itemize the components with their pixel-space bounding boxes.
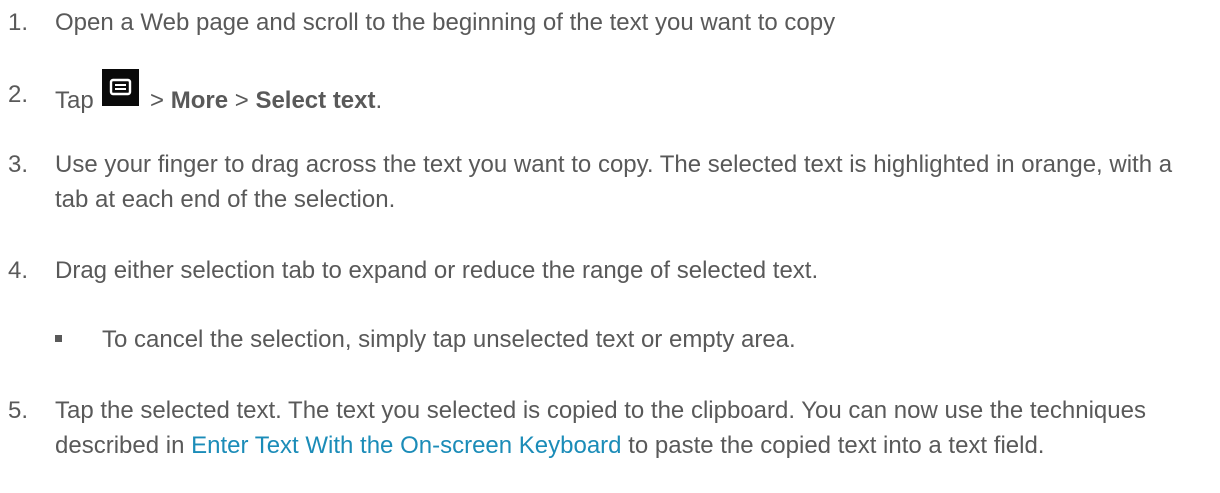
- menu-icon: [102, 69, 140, 106]
- keyboard-link[interactable]: Enter Text With the On-screen Keyboard: [191, 432, 621, 459]
- instructions-page: 1. Open a Web page and scroll to the beg…: [0, 0, 1220, 493]
- bullet-square-icon: [55, 335, 62, 342]
- step-text: Tap > More > Select text.: [55, 69, 1208, 118]
- step-text: Tap the selected text. The text you sele…: [55, 393, 1208, 463]
- step-text: Drag either selection tab to expand or r…: [55, 257, 819, 284]
- step-number: 3.: [8, 151, 29, 178]
- step-text: Open a Web page and scroll to the beginn…: [55, 9, 836, 36]
- sub-bullet-item: To cancel the selection, simply tap unse…: [55, 322, 1155, 357]
- step-number: 4.: [8, 257, 29, 284]
- step-text: Use your finger to drag across the text …: [55, 151, 1173, 213]
- step-number: 5.: [8, 397, 29, 424]
- step-5: 5. Tap the selected text. The text you s…: [8, 393, 1208, 463]
- period: .: [375, 87, 383, 114]
- step-3: 3. Use your finger to drag across the te…: [8, 147, 1208, 217]
- more-label: More: [170, 87, 229, 114]
- select-text-label: Select text: [255, 87, 376, 114]
- step-number: 1.: [8, 9, 29, 36]
- step-text-after: to paste the copied text into a text fie…: [628, 432, 1045, 459]
- separator: >: [150, 87, 165, 114]
- step-number: 2.: [8, 81, 29, 108]
- sub-bullet-text: To cancel the selection, simply tap unse…: [102, 326, 796, 353]
- separator: >: [234, 87, 249, 114]
- step-2: 2. Tap > More > Select text.: [8, 69, 1208, 118]
- step-1: 1. Open a Web page and scroll to the beg…: [8, 5, 1208, 40]
- tap-word: Tap: [55, 87, 94, 114]
- step-4: 4. Drag either selection tab to expand o…: [8, 253, 1208, 288]
